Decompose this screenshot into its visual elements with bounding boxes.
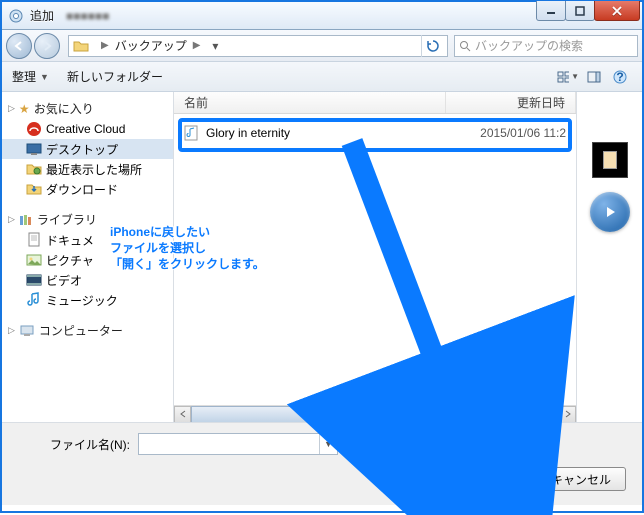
navbar: ▶ バックアップ ▶ ▾ バックアップの検索 bbox=[2, 30, 642, 62]
column-headers: 名前 更新日時 bbox=[174, 92, 576, 114]
chevron-down-icon[interactable]: ▼ bbox=[319, 434, 337, 454]
sidebar-item-music[interactable]: ミュージック bbox=[2, 290, 173, 310]
main-area: ▷★お気に入り Creative Cloud デスクトップ 最近表示した場所 ダ… bbox=[2, 92, 642, 422]
file-list[interactable]: Glory in eternity 2015/01/06 11:2 bbox=[174, 114, 576, 405]
open-button-group: 開く(O) ▼ bbox=[436, 467, 528, 491]
horizontal-scrollbar[interactable] bbox=[174, 405, 576, 422]
file-date: 2015/01/06 11:2 bbox=[436, 126, 566, 140]
sidebar-item-pictures[interactable]: ピクチャ bbox=[2, 250, 173, 270]
preview-play-button[interactable] bbox=[590, 192, 630, 232]
crumb-sep: ▶ bbox=[193, 40, 201, 51]
sidebar-item-creative-cloud[interactable]: Creative Cloud bbox=[2, 119, 173, 139]
window-title: 追加 bbox=[30, 7, 54, 24]
scroll-left-icon[interactable] bbox=[174, 406, 191, 423]
crumb-sep: ▶ bbox=[101, 40, 109, 51]
scroll-right-icon[interactable] bbox=[559, 406, 576, 423]
titlebar: 追加 ■■■■■■ bbox=[2, 2, 642, 30]
open-button-dropdown[interactable]: ▼ bbox=[507, 467, 528, 491]
scroll-thumb[interactable] bbox=[191, 406, 412, 423]
window-controls bbox=[537, 1, 640, 21]
sidebar-group-libraries[interactable]: ▷ライブラリ bbox=[2, 209, 173, 230]
preview-pane bbox=[576, 92, 642, 422]
search-input[interactable]: バックアップの検索 bbox=[454, 35, 638, 57]
help-button[interactable]: ? bbox=[608, 66, 632, 88]
column-name[interactable]: 名前 bbox=[174, 92, 446, 113]
organize-menu[interactable]: 整理▼ bbox=[12, 68, 49, 85]
bottom-panel: ファイル名(N): ▼ すべてのファイル (*.*)▼ 開く(O) ▼ キャンセ… bbox=[2, 422, 642, 505]
sidebar-item-videos[interactable]: ビデオ bbox=[2, 270, 173, 290]
chevron-down-icon[interactable]: ▼ bbox=[489, 434, 507, 454]
sidebar-item-recent[interactable]: 最近表示した場所 bbox=[2, 159, 173, 179]
music-file-icon bbox=[184, 125, 200, 141]
minimize-button[interactable] bbox=[536, 1, 566, 21]
window-subtitle: ■■■■■■ bbox=[66, 9, 110, 23]
sidebar-group-computer[interactable]: ▷コンピューター bbox=[2, 320, 173, 341]
sidebar-group-favorites[interactable]: ▷★お気に入り bbox=[2, 98, 173, 119]
filename-label: ファイル名(N): bbox=[18, 436, 138, 453]
open-button[interactable]: 開く(O) bbox=[436, 467, 507, 491]
refresh-button[interactable] bbox=[421, 35, 443, 57]
nav-forward-button[interactable] bbox=[34, 33, 60, 59]
column-date[interactable]: 更新日時 bbox=[446, 92, 576, 113]
filename-input[interactable]: ▼ bbox=[138, 433, 338, 455]
toolbar: 整理▼ 新しいフォルダー ▼ ? bbox=[2, 62, 642, 92]
nav-back-button[interactable] bbox=[6, 33, 32, 59]
cancel-button[interactable]: キャンセル bbox=[536, 467, 626, 491]
file-row[interactable]: Glory in eternity 2015/01/06 11:2 bbox=[174, 122, 576, 144]
search-icon bbox=[459, 40, 471, 52]
view-mode-button[interactable]: ▼ bbox=[556, 66, 580, 88]
file-pane: 名前 更新日時 Glory in eternity 2015/01/06 11:… bbox=[174, 92, 576, 422]
folder-icon bbox=[73, 39, 89, 53]
sidebar-item-desktop[interactable]: デスクトップ bbox=[2, 139, 173, 159]
maximize-button[interactable] bbox=[565, 1, 595, 21]
preview-thumbnail bbox=[592, 142, 628, 178]
search-placeholder: バックアップの検索 bbox=[475, 37, 583, 54]
file-name: Glory in eternity bbox=[206, 126, 436, 140]
crumb-0[interactable]: バックアップ bbox=[115, 37, 187, 54]
new-folder-button[interactable]: 新しいフォルダー bbox=[67, 68, 163, 85]
preview-pane-button[interactable] bbox=[582, 66, 606, 88]
sidebar-item-documents[interactable]: ドキュメ bbox=[2, 230, 173, 250]
app-icon bbox=[8, 8, 24, 24]
address-bar[interactable]: ▶ バックアップ ▶ ▾ bbox=[68, 35, 448, 57]
addr-drop-icon[interactable]: ▾ bbox=[206, 39, 224, 53]
svg-text:?: ? bbox=[616, 70, 623, 84]
sidebar-item-downloads[interactable]: ダウンロード bbox=[2, 179, 173, 199]
sidebar: ▷★お気に入り Creative Cloud デスクトップ 最近表示した場所 ダ… bbox=[2, 92, 174, 422]
close-button[interactable] bbox=[594, 1, 640, 21]
file-type-select[interactable]: すべてのファイル (*.*)▼ bbox=[348, 433, 508, 455]
